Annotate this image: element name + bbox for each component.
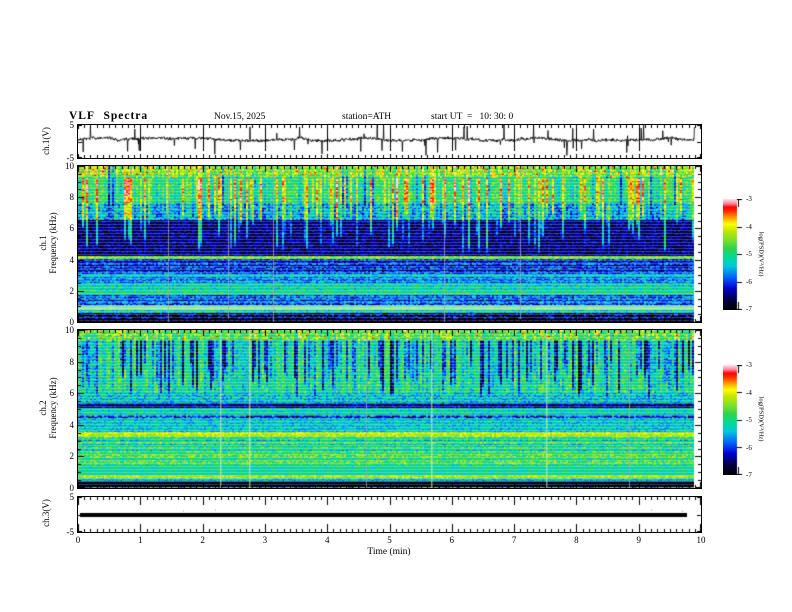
page-title: VLF Spectra: [69, 110, 149, 122]
colorbar-ch1-gradient: [723, 199, 743, 310]
colorbar-ch1-tick-label: -5: [746, 250, 752, 258]
colorbar-ch2-label: log(PSD)(V²/Hz): [757, 396, 765, 442]
frequency-label-line: Frequency (kHz): [48, 377, 58, 439]
ch3-voltage-ytick-label: -5: [66, 527, 75, 537]
ch2-label-line: ch.2: [38, 400, 48, 416]
ch1-frequency-ytick-label: 8: [69, 192, 75, 203]
ch2-frequency-ytick-label: 0: [69, 483, 75, 493]
ch1-label-line: ch.1: [38, 235, 48, 251]
ch1-frequency-ytick-label: 10: [65, 161, 74, 171]
colorbar-ch1-tick-label: -6: [746, 277, 752, 286]
time-axis-tick-label: 0: [75, 535, 81, 545]
colorbar-ch1-label: log(PSD)(V²/Hz): [757, 231, 765, 277]
time-axis-tick-label: 1: [138, 535, 143, 545]
ch2-frequency-ytick-label: 10: [65, 325, 74, 335]
colorbar-ch1-tick-label: -4: [746, 222, 752, 231]
ch2-frequency-axis-label: ch.2 Frequency (kHz): [38, 377, 58, 438]
ch1-voltage-ytick-label: 5: [69, 120, 75, 130]
colorbar-ch2-tick-label: -5: [746, 416, 752, 424]
time-axis-tick-label: 7: [511, 535, 517, 545]
colorbar-ch2-tick-label: -4: [746, 388, 752, 397]
ch1-frequency-axis-label: ch.1 Frequency (kHz): [38, 212, 58, 273]
time-axis-tick-label: 9: [636, 535, 641, 545]
time-axis-label: Time (min): [367, 547, 411, 557]
ch1-voltage-panel: [77, 124, 702, 159]
ch1-voltage-waveform-canvas: [78, 125, 701, 158]
time-axis-tick-label: 6: [449, 535, 455, 545]
ch3-voltage-ytick-label: 5: [69, 492, 75, 502]
ch1-frequency-ytick-label: 6: [69, 223, 75, 234]
station-label: station=ATH: [342, 112, 392, 122]
ch1-frequency-ytick-label: 2: [69, 285, 75, 296]
time-axis-tick-label: 2: [200, 535, 205, 545]
colorbar-ch1: [723, 199, 743, 315]
ch3-voltage-panel: [77, 496, 702, 533]
ch1-spectrogram-panel: [77, 165, 702, 323]
colorbar-ch1-tick-label: -7: [746, 305, 752, 313]
frequency-label-line: Frequency (kHz): [48, 212, 58, 274]
colorbar-ch2-tick-label: -3: [746, 361, 752, 369]
ch1-spectrogram-canvas: [78, 166, 701, 322]
ch2-spectrogram-panel: [77, 329, 702, 489]
ch2-frequency-ytick-label: 6: [69, 388, 75, 399]
vlf-spectra-figure: VLF Spectra Nov.15, 2025 station=ATH sta…: [0, 0, 792, 612]
colorbar-ch2-tick-label: -6: [746, 443, 752, 452]
ch1-frequency-ytick-label: 4: [69, 254, 75, 265]
ch2-frequency-ytick-label: 2: [69, 451, 75, 462]
start-ut-label: start UT = 10: 30: 0: [431, 112, 514, 122]
ch3-voltage-line-canvas: [78, 497, 701, 532]
colorbar-ch2-gradient: [723, 365, 743, 475]
time-axis-tick-label: 3: [262, 535, 268, 545]
date-label: Nov.15, 2025: [214, 112, 266, 122]
time-axis-tick-label: 8: [574, 535, 579, 545]
time-axis-tick-label: 5: [387, 535, 392, 545]
time-axis-tick-label: 4: [324, 535, 330, 545]
colorbar-ch2-tick-label: -7: [746, 471, 752, 479]
time-axis-tick-label: 10: [696, 535, 706, 545]
ch2-frequency-ytick-label: 4: [69, 419, 75, 430]
ch2-frequency-ytick-label: 8: [69, 356, 75, 367]
colorbar-ch1-tick-label: -3: [746, 195, 752, 203]
ch1-voltage-axis-label: ch.1(V): [41, 127, 51, 155]
colorbar-ch2: [723, 365, 743, 480]
ch3-voltage-axis-label: ch.3(V): [41, 499, 51, 527]
ch2-spectrogram-canvas: [78, 330, 701, 488]
